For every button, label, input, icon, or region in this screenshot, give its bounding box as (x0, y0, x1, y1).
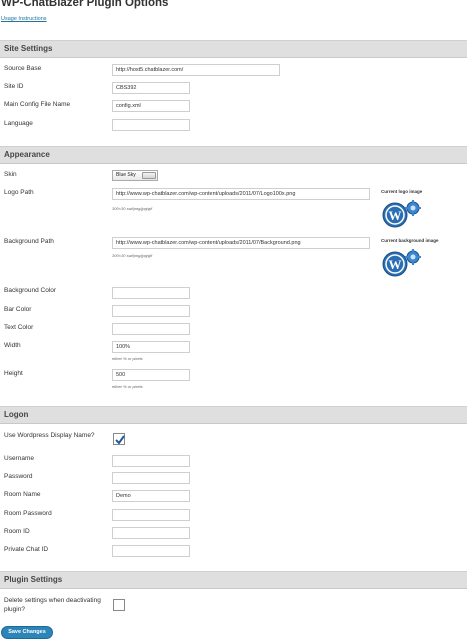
plugin-settings-title: Plugin Settings (4, 575, 63, 584)
appearance-header: Appearance (0, 146, 467, 164)
use-display-name-checkbox[interactable] (113, 433, 125, 445)
language-input[interactable] (112, 119, 190, 131)
save-changes-button[interactable]: Save Changes (1, 626, 53, 639)
password-label: Password (4, 473, 33, 480)
logon-title: Logon (4, 410, 29, 419)
site-id-label: Site ID (4, 83, 24, 90)
usage-instructions-link[interactable]: Usage Instructions (1, 16, 47, 22)
current-background-caption: Current background image (381, 238, 439, 243)
checkmark-icon (115, 435, 125, 445)
background-color-input[interactable] (112, 287, 190, 299)
username-label: Username (4, 455, 34, 462)
room-id-input[interactable] (112, 527, 190, 539)
bar-color-label: Bar Color (4, 306, 32, 313)
site-id-input[interactable] (112, 82, 190, 94)
source-base-label: Source Base (4, 65, 42, 72)
background-path-label: Background Path (4, 238, 54, 245)
logo-path-label: Logo Path (4, 189, 34, 196)
room-id-label: Room ID (4, 528, 30, 535)
logo-path-input[interactable] (112, 188, 370, 200)
height-label: Height (4, 370, 23, 377)
svg-text:W: W (389, 208, 402, 223)
background-path-input[interactable] (112, 237, 370, 249)
wordpress-logo-icon: W (382, 200, 421, 228)
appearance-title: Appearance (4, 150, 50, 159)
plugin-settings-header: Plugin Settings (0, 571, 467, 589)
delete-settings-checkbox[interactable] (113, 599, 125, 611)
width-hint: either % or pixels (112, 356, 143, 361)
page-title: WP-ChatBlazer Plugin Options (1, 0, 169, 9)
main-config-input[interactable] (112, 100, 190, 112)
private-chat-id-label: Private Chat ID (4, 546, 49, 553)
chevron-down-icon (142, 172, 156, 179)
room-name-label: Room Name (4, 491, 41, 498)
username-input[interactable] (112, 455, 190, 467)
room-password-label: Room Password (4, 510, 52, 517)
width-input[interactable] (112, 341, 190, 353)
skin-label: Skin (4, 171, 17, 178)
text-color-label: Text Color (4, 324, 34, 331)
height-input[interactable] (112, 369, 190, 381)
site-settings-header: Site Settings (0, 40, 467, 58)
svg-text:W: W (389, 257, 402, 272)
text-color-input[interactable] (112, 323, 190, 335)
width-label: Width (4, 342, 21, 349)
logon-header: Logon (0, 406, 467, 424)
room-name-input[interactable] (112, 490, 190, 502)
private-chat-id-input[interactable] (112, 545, 190, 557)
current-logo-caption: Current logo image (381, 189, 423, 194)
logo-path-hint: 300×30 swf/png/jpg/gif (112, 206, 153, 211)
wordpress-background-icon: W (382, 249, 421, 277)
use-display-name-label: Use Wordpress Display Name? (4, 432, 95, 439)
skin-select[interactable]: Blue Sky (112, 170, 158, 181)
background-color-label: Background Color (4, 287, 57, 294)
password-input[interactable] (112, 472, 190, 484)
room-password-input[interactable] (112, 509, 190, 521)
background-path-hint: 300×30 swf/png/jpg/gif (112, 253, 153, 258)
bar-color-input[interactable] (112, 305, 190, 317)
main-config-label: Main Config File Name (4, 101, 71, 108)
skin-select-value: Blue Sky (116, 172, 136, 178)
height-hint: either % or pixels (112, 384, 143, 389)
language-label: Language (4, 120, 33, 127)
delete-settings-label: Delete settings when deactivating plugin… (4, 597, 101, 613)
source-base-input[interactable] (112, 64, 280, 76)
site-settings-title: Site Settings (4, 44, 53, 53)
